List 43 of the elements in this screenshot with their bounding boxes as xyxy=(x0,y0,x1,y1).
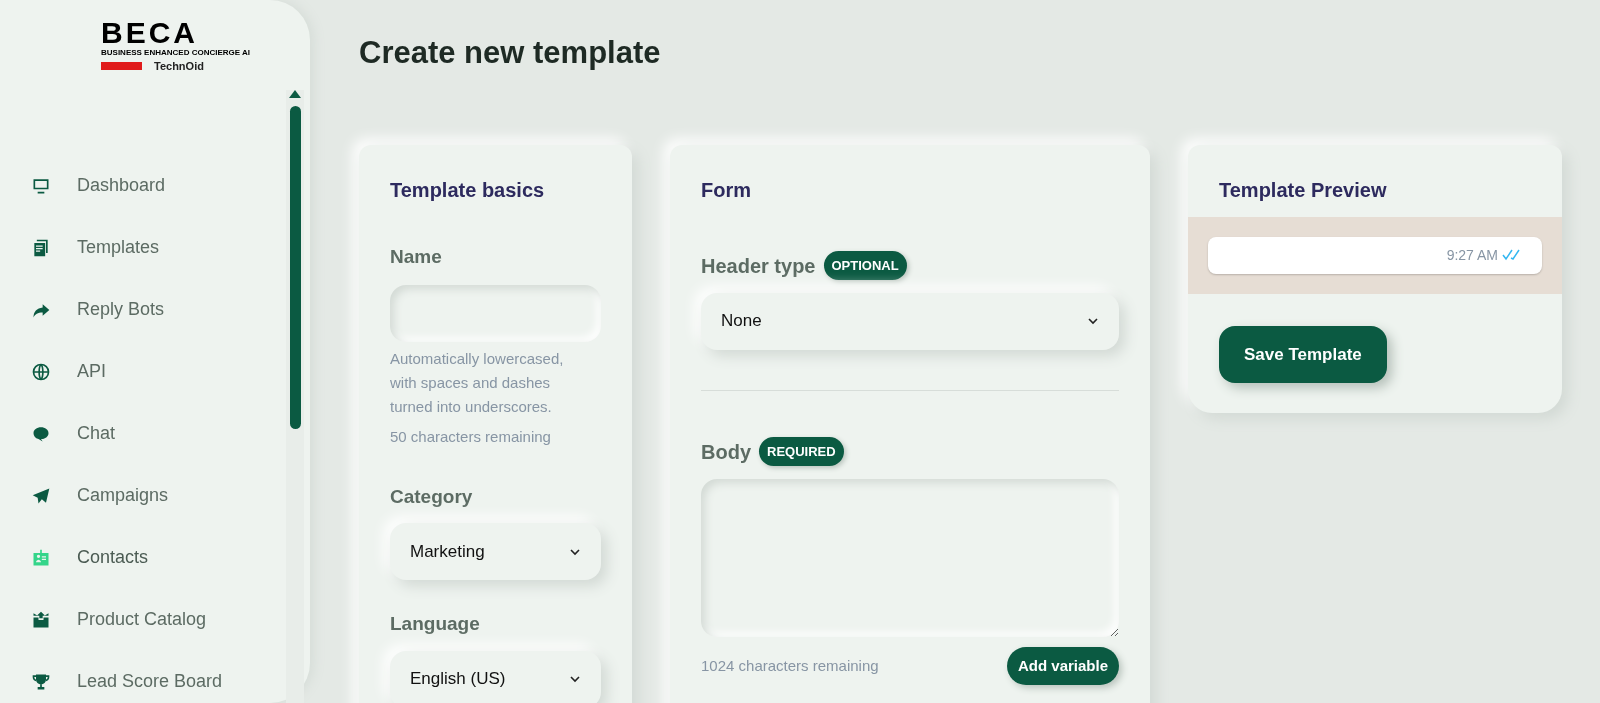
help-text: Automatically lowercased, with spaces and dashes turned into underscores. xyxy=(390,349,565,417)
field-label: Header type xyxy=(701,253,816,279)
box-icon xyxy=(31,609,51,630)
sidebar-item[interactable]: Templates xyxy=(0,216,310,279)
logo-brand: TechnOid xyxy=(154,59,204,74)
sidebar-item[interactable]: Lead Score Board xyxy=(0,650,310,703)
sidebar-item[interactable]: Reply Bots xyxy=(0,278,310,341)
scrollbar-thumb[interactable] xyxy=(289,106,301,429)
sidebar-item[interactable]: Product Catalog xyxy=(0,588,310,651)
logo-tagline: BUSINESS ENHANCED CONCIERGE AI xyxy=(101,48,251,58)
id-card-icon xyxy=(31,547,51,568)
select-field[interactable]: English (US) xyxy=(390,650,601,703)
sidebar-item[interactable]: Contacts xyxy=(0,526,310,589)
character-counter: 50 characters remaining xyxy=(390,427,552,447)
chevron-down-icon xyxy=(1087,315,1099,327)
sidebar-item[interactable]: API xyxy=(0,340,310,403)
sidebar-item[interactable]: Chat xyxy=(0,402,310,465)
logo-wordmark: BECA xyxy=(101,18,198,48)
field-label: Category xyxy=(390,484,474,509)
sidebar-item[interactable]: Dashboard xyxy=(0,154,310,217)
card-title: Template Preview xyxy=(1218,177,1388,203)
logo-bar xyxy=(101,62,142,71)
input-field[interactable] xyxy=(390,285,601,342)
document-icon xyxy=(31,237,51,258)
page-title: Create new template xyxy=(359,34,662,72)
field-label: Language xyxy=(390,612,481,636)
field-label: Name xyxy=(390,244,443,269)
badge: OPTIONAL xyxy=(823,250,907,281)
select-field[interactable]: Marketing xyxy=(390,523,601,580)
sidebar-item[interactable]: Campaigns xyxy=(0,464,310,527)
save-template-button[interactable]: Save Template xyxy=(1219,325,1387,383)
character-counter: 1024 characters remaining xyxy=(701,655,879,676)
select-field[interactable]: None xyxy=(701,292,1119,350)
add-variable-button[interactable]: Add variable xyxy=(1006,646,1119,685)
message-time: 9:27 AM xyxy=(1446,245,1498,265)
badge: REQUIRED xyxy=(759,436,844,467)
globe-icon xyxy=(31,361,51,382)
card-title: Form xyxy=(701,177,752,203)
card-title: Template basics xyxy=(390,177,546,203)
scroll-up-icon xyxy=(289,90,301,98)
body-textarea[interactable] xyxy=(701,478,1119,637)
field-label: Body xyxy=(701,439,751,465)
chevron-down-icon xyxy=(569,673,581,685)
